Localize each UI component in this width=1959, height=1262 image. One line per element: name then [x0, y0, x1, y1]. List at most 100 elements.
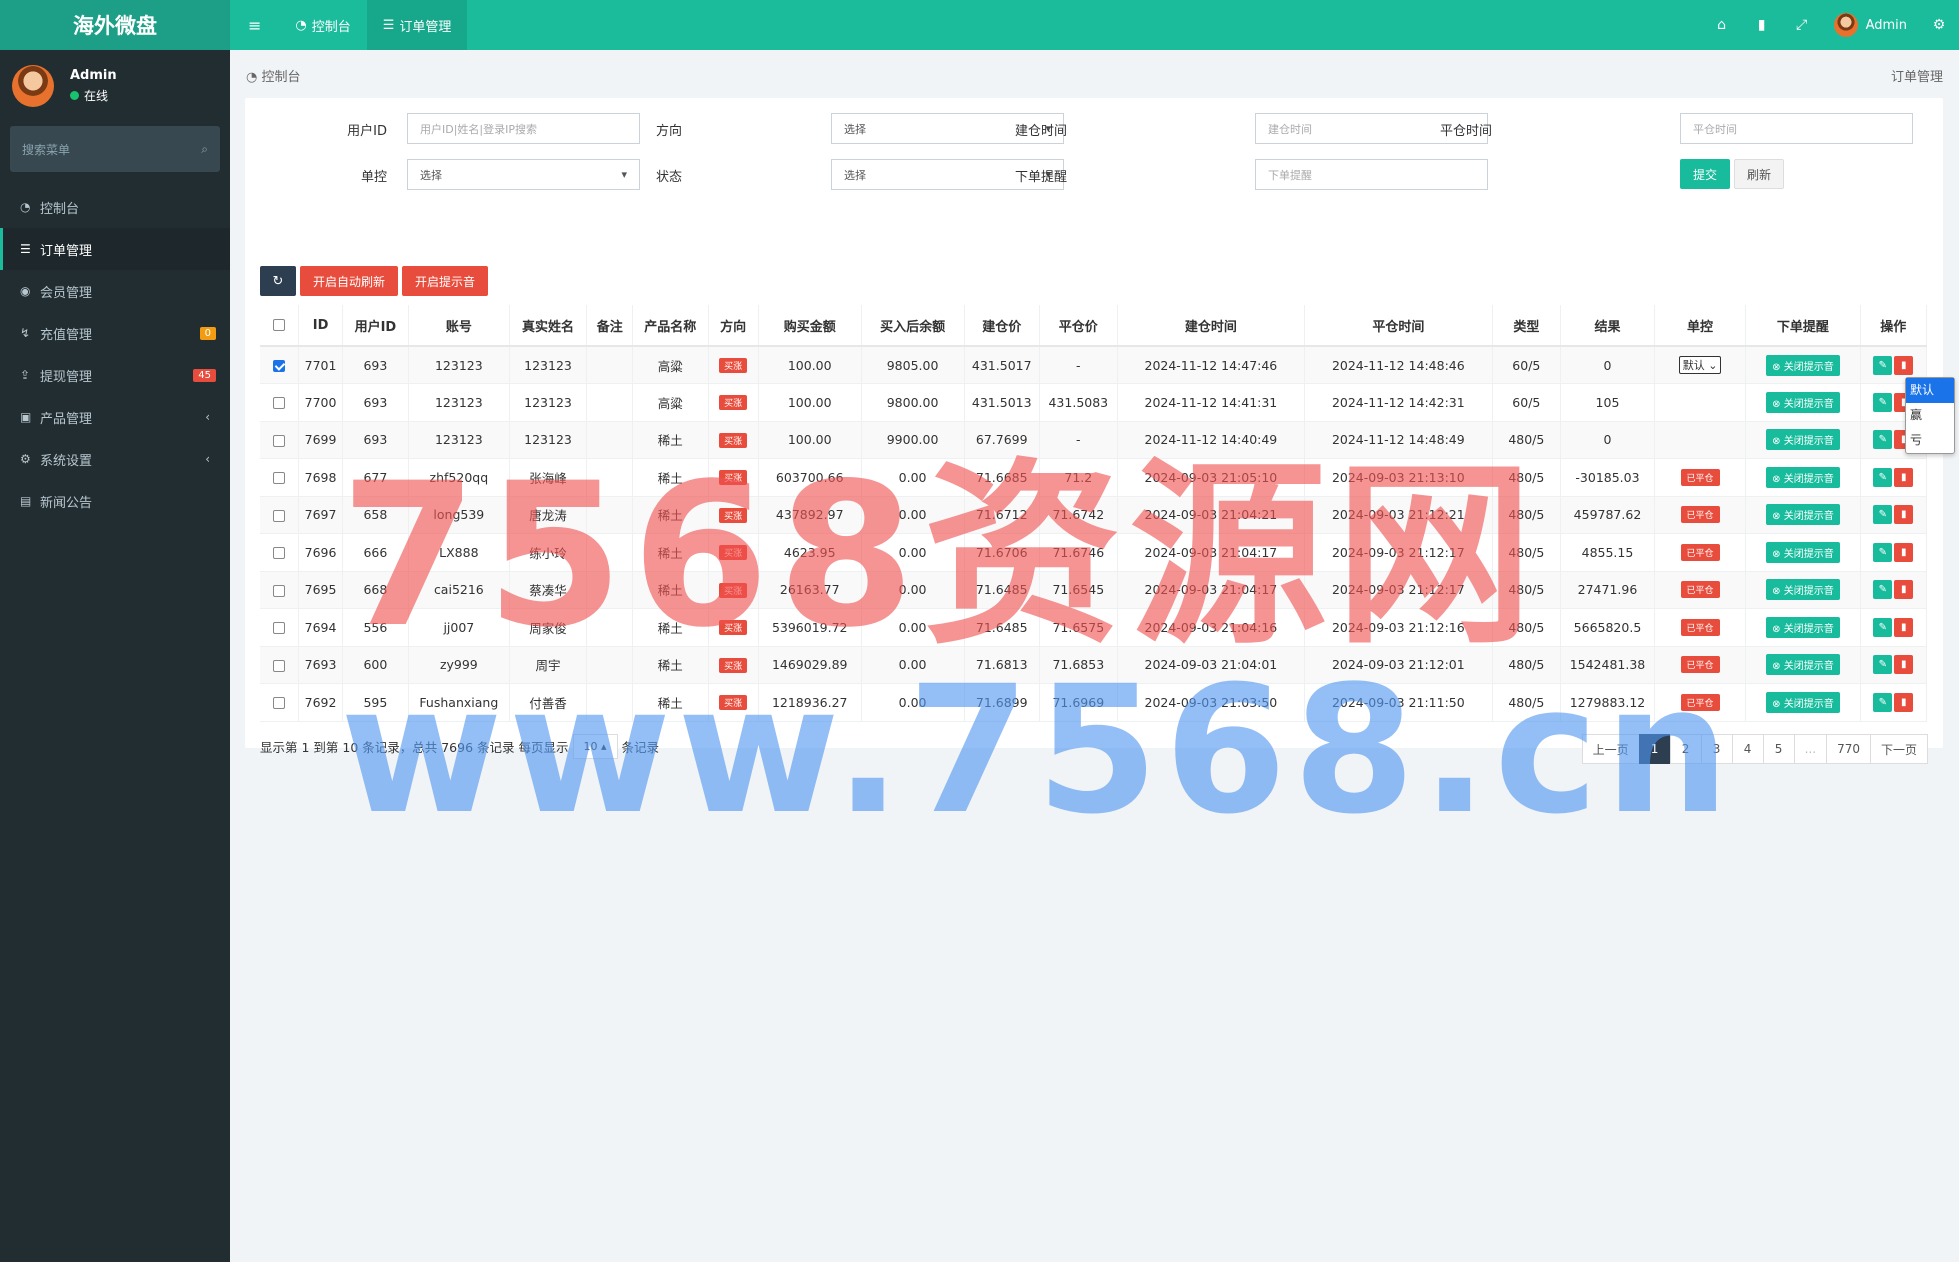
table-row[interactable]: 7701 693 123123 123123 高粱 买涨 100.00 9805.00 431.…: [260, 346, 1928, 384]
row-checkbox-cell[interactable]: [260, 533, 300, 572]
delete-icon[interactable]: ▮: [1894, 542, 1914, 562]
column-header[interactable]: 结果: [1560, 305, 1655, 347]
edit-icon[interactable]: ✎: [1873, 692, 1893, 712]
column-header[interactable]: 真实姓名: [509, 305, 588, 347]
sidebar-search-input[interactable]: 搜索菜单 ⌕: [10, 126, 220, 172]
sidebar-item-4[interactable]: ⇪ 提现管理 45: [0, 354, 230, 396]
column-header[interactable]: 产品名称: [632, 305, 709, 347]
close-alert-button[interactable]: ⊗ 关闭提示音: [1766, 354, 1840, 376]
row-checkbox[interactable]: [273, 547, 286, 560]
dropdown-option[interactable]: 默认: [1906, 378, 1954, 403]
edit-icon[interactable]: ✎: [1873, 355, 1893, 375]
column-header[interactable]: 购买金额: [758, 305, 862, 347]
close-alert-button[interactable]: ⊗ 关闭提示音: [1766, 429, 1840, 451]
edit-icon[interactable]: ✎: [1873, 392, 1893, 412]
page-button[interactable]: ...: [1793, 734, 1828, 764]
close-alert-button[interactable]: ⊗ 关闭提示音: [1766, 579, 1840, 601]
close-alert-button[interactable]: ⊗ 关闭提示音: [1766, 504, 1840, 526]
edit-icon[interactable]: ✎: [1873, 617, 1893, 637]
column-header[interactable]: 平仓价: [1039, 305, 1118, 347]
delete-icon[interactable]: ▮: [1894, 355, 1914, 375]
column-header[interactable]: 操作: [1860, 305, 1928, 347]
row-checkbox-cell[interactable]: [260, 646, 300, 684]
delete-icon[interactable]: ▮: [1894, 505, 1914, 525]
page-button[interactable]: 770: [1826, 734, 1871, 764]
sidebar-item-0[interactable]: ◔ 控制台: [0, 186, 230, 228]
row-checkbox-cell[interactable]: [260, 608, 300, 647]
close-alert-button[interactable]: ⊗ 关闭提示音: [1766, 691, 1840, 713]
edit-icon[interactable]: ✎: [1873, 505, 1893, 525]
row-checkbox[interactable]: [273, 360, 286, 372]
row-checkbox-cell[interactable]: [260, 571, 300, 609]
dropdown-option[interactable]: 赢: [1906, 403, 1954, 428]
column-header[interactable]: 平仓时间: [1304, 305, 1493, 347]
delete-icon[interactable]: ▮: [1894, 655, 1914, 675]
submit-button[interactable]: 提交: [1680, 159, 1730, 189]
column-header[interactable]: 建仓时间: [1117, 305, 1306, 347]
close-alert-button[interactable]: ⊗ 关闭提示音: [1766, 654, 1840, 676]
delete-icon[interactable]: ▮: [1894, 580, 1914, 600]
edit-icon[interactable]: ✎: [1873, 580, 1893, 600]
edit-icon[interactable]: ✎: [1873, 655, 1893, 675]
sidebar-item-6[interactable]: ⚙ 系统设置 ‹: [0, 438, 230, 480]
next-page-button[interactable]: 下一页: [1869, 734, 1928, 764]
edit-icon[interactable]: ✎: [1873, 430, 1893, 450]
tab-dashboard[interactable]: ◔ 控制台: [279, 0, 366, 50]
column-header[interactable]: 类型: [1492, 305, 1562, 347]
auto-refresh-button[interactable]: 开启自动刷新: [300, 266, 398, 296]
sidebar-item-5[interactable]: ▣ 产品管理 ‹: [0, 396, 230, 438]
close-time-input[interactable]: 平仓时间: [1680, 113, 1913, 144]
row-checkbox[interactable]: [273, 697, 286, 710]
home-icon[interactable]: ⌂: [1702, 17, 1742, 33]
row-checkbox-cell[interactable]: [260, 683, 300, 722]
trash-icon[interactable]: ▮: [1742, 17, 1782, 33]
row-checkbox-cell[interactable]: [260, 383, 300, 422]
order-alert-input[interactable]: 下单提醒: [1255, 159, 1488, 190]
admin-menu[interactable]: Admin: [1822, 13, 1919, 37]
delete-icon[interactable]: ▮: [1894, 617, 1914, 637]
row-checkbox-cell[interactable]: [260, 421, 300, 459]
app-logo[interactable]: 海外微盘: [0, 0, 230, 50]
row-checkbox[interactable]: [273, 659, 286, 672]
row-checkbox[interactable]: [273, 509, 286, 522]
delete-icon[interactable]: ▮: [1894, 692, 1914, 712]
column-header[interactable]: ID: [298, 305, 343, 347]
column-header[interactable]: 方向: [708, 305, 759, 347]
close-alert-button[interactable]: ⊗ 关闭提示音: [1766, 391, 1840, 413]
close-alert-button[interactable]: ⊗ 关闭提示音: [1766, 466, 1840, 488]
column-header[interactable]: 账号: [408, 305, 510, 347]
close-alert-button[interactable]: ⊗ 关闭提示音: [1766, 541, 1840, 563]
select-all-checkbox[interactable]: [260, 305, 300, 347]
row-checkbox-cell[interactable]: [260, 346, 300, 384]
row-checkbox-cell[interactable]: [260, 496, 300, 534]
column-header[interactable]: 建仓价: [964, 305, 1040, 347]
reload-button[interactable]: ↻: [260, 266, 296, 296]
refresh-button[interactable]: 刷新: [1734, 159, 1784, 189]
column-header[interactable]: 备注: [586, 305, 634, 347]
sidebar-item-7[interactable]: ▤ 新闻公告: [0, 480, 230, 522]
close-alert-button[interactable]: ⊗ 关闭提示音: [1766, 616, 1840, 638]
row-checkbox[interactable]: [273, 584, 286, 597]
checkbox[interactable]: [273, 319, 286, 331]
breadcrumb[interactable]: ◔ 控制台: [246, 66, 301, 85]
column-header[interactable]: 下单提醒: [1745, 305, 1861, 347]
gears-icon[interactable]: ⚙: [1919, 17, 1959, 33]
sidebar-item-2[interactable]: ◉ 会员管理: [0, 270, 230, 312]
edit-icon[interactable]: ✎: [1873, 542, 1893, 562]
column-header[interactable]: 用户ID: [342, 305, 410, 347]
search-icon[interactable]: ⌕: [201, 142, 208, 157]
fullscreen-icon[interactable]: ⤢: [1782, 17, 1822, 33]
row-checkbox-cell[interactable]: [260, 458, 300, 497]
dropdown-option[interactable]: 亏: [1906, 428, 1954, 453]
edit-icon[interactable]: ✎: [1873, 467, 1893, 487]
page-button[interactable]: 4: [1731, 734, 1764, 764]
row-checkbox[interactable]: [273, 434, 286, 447]
row-checkbox[interactable]: [273, 622, 286, 635]
sound-button[interactable]: 开启提示音: [402, 266, 488, 296]
page-button[interactable]: 5: [1762, 734, 1795, 764]
row-checkbox[interactable]: [273, 472, 286, 485]
sidebar-item-1[interactable]: ☰ 订单管理: [0, 228, 230, 270]
row-control-select[interactable]: 默认 ⌄: [1678, 356, 1722, 374]
delete-icon[interactable]: ▮: [1894, 467, 1914, 487]
row-checkbox[interactable]: [273, 397, 286, 410]
